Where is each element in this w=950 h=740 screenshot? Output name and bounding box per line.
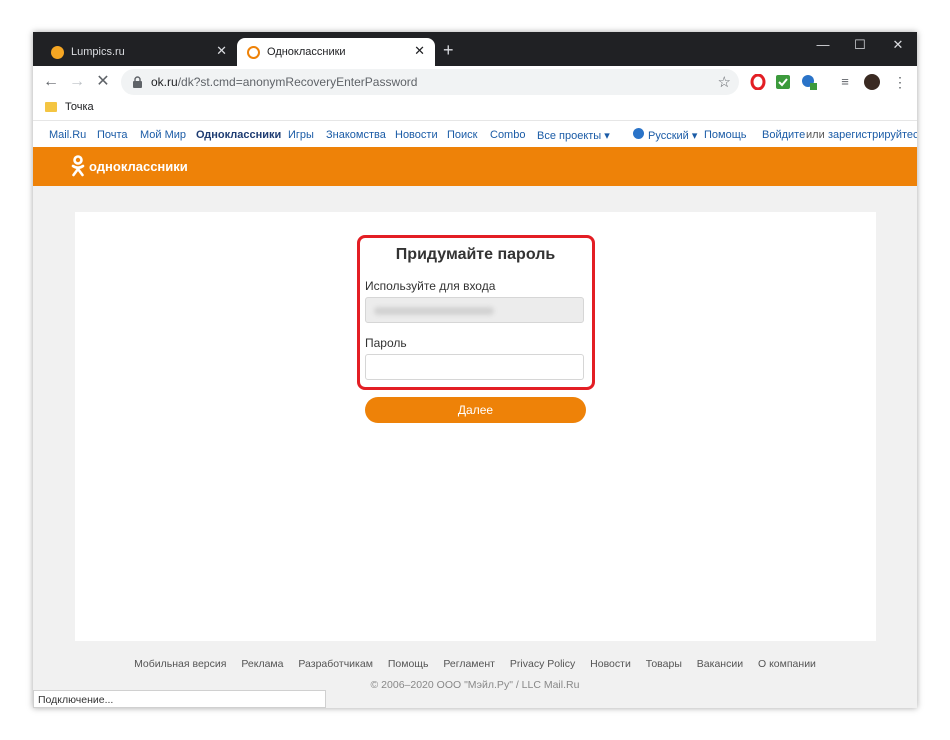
checkmark-extension-icon[interactable] xyxy=(775,74,791,90)
register-link[interactable]: зарегистрируйтесь xyxy=(828,129,917,141)
new-tab-button[interactable]: + xyxy=(443,41,454,59)
footer-link-ads[interactable]: Реклама xyxy=(241,658,283,670)
nav-link-pochta[interactable]: Почта xyxy=(97,129,128,141)
tab-title: Одноклассники xyxy=(267,46,346,58)
back-arrow-icon[interactable]: ← xyxy=(40,71,62,93)
nav-link-all-projects[interactable]: Все проекты ▾ xyxy=(537,129,610,142)
next-button[interactable]: Далее xyxy=(365,397,586,423)
nav-link-znakomstva[interactable]: Знакомства xyxy=(326,129,386,141)
footer-link-help[interactable]: Помощь xyxy=(388,658,429,670)
address-bar[interactable]: ok.ru/dk?st.cmd=anonymRecoveryEnterPassw… xyxy=(121,69,739,95)
stop-loading-icon[interactable]: ✕ xyxy=(92,71,114,93)
ok-favicon-icon xyxy=(247,46,260,59)
tab-close-icon[interactable]: ✕ xyxy=(216,44,227,58)
profile-avatar[interactable] xyxy=(864,74,880,90)
nav-link-igry[interactable]: Игры xyxy=(288,129,314,141)
footer-link-rules[interactable]: Регламент xyxy=(443,658,495,670)
footer-link-goods[interactable]: Товары xyxy=(646,658,682,670)
globe-icon xyxy=(633,128,644,139)
or-text: или xyxy=(806,129,825,141)
bookmarks-bar: Точка xyxy=(33,98,917,121)
opera-vpn-icon[interactable] xyxy=(750,74,766,90)
menu-dots-icon[interactable]: ⋮ xyxy=(889,71,911,93)
url-text: ok.ru/dk?st.cmd=anonymRecoveryEnterPassw… xyxy=(151,75,418,89)
content-card: Придумайте пароль Используйте для входа … xyxy=(75,212,876,641)
forward-arrow-icon[interactable]: → xyxy=(66,71,88,93)
login-link[interactable]: Войдите xyxy=(762,129,805,141)
footer-link-mobile[interactable]: Мобильная версия xyxy=(134,658,226,670)
nav-link-poisk[interactable]: Поиск xyxy=(447,129,477,141)
lock-icon xyxy=(133,76,142,88)
tab-lumpics[interactable]: Lumpics.ru ✕ xyxy=(41,38,237,66)
status-bar: Подключение... xyxy=(33,690,326,708)
ok-logo-icon[interactable] xyxy=(71,155,85,177)
nav-link-combo[interactable]: Combo xyxy=(490,129,525,141)
footer-links: Мобильная версия Реклама Разработчикам П… xyxy=(33,658,917,670)
bookmark-tochka[interactable]: Точка xyxy=(65,101,94,113)
footer-link-developers[interactable]: Разработчикам xyxy=(298,658,373,670)
nav-link-novosti[interactable]: Новости xyxy=(395,129,438,141)
translate-extension-icon[interactable] xyxy=(801,74,817,90)
folder-icon xyxy=(45,102,57,112)
tab-odnoklassniki[interactable]: Одноклассники ✕ xyxy=(237,38,435,66)
footer-link-about[interactable]: О компании xyxy=(758,658,816,670)
title-bar: Lumpics.ru ✕ Одноклассники ✕ + — ☐ ✕ xyxy=(33,32,917,66)
highlight-frame xyxy=(357,235,595,390)
maximize-button[interactable]: ☐ xyxy=(845,37,875,53)
site-name[interactable]: одноклассники xyxy=(89,159,188,174)
browser-window: Lumpics.ru ✕ Одноклассники ✕ + — ☐ ✕ ← →… xyxy=(33,32,917,708)
tab-close-icon[interactable]: ✕ xyxy=(414,44,425,58)
close-window-button[interactable]: ✕ xyxy=(883,37,913,53)
nav-link-help[interactable]: Помощь xyxy=(704,129,747,141)
minimize-button[interactable]: — xyxy=(808,37,838,52)
footer-link-jobs[interactable]: Вакансии xyxy=(697,658,743,670)
nav-link-moy-mir[interactable]: Мой Мир xyxy=(140,129,186,141)
media-control-icon[interactable]: ≡ xyxy=(834,71,856,93)
bookmark-star-icon[interactable]: ☆ xyxy=(718,73,731,91)
footer-link-privacy[interactable]: Privacy Policy xyxy=(510,658,575,670)
portal-nav: Mail.Ru Почта Мой Мир Одноклассники Игры… xyxy=(33,121,917,147)
site-header: одноклассники xyxy=(33,147,917,186)
lumpics-favicon-icon xyxy=(51,46,64,59)
footer-link-news[interactable]: Новости xyxy=(590,658,631,670)
nav-link-mailru[interactable]: Mail.Ru xyxy=(49,129,86,141)
nav-link-odnoklassniki[interactable]: Одноклассники xyxy=(196,129,281,141)
browser-toolbar: ← → ✕ ok.ru/dk?st.cmd=anonymRecoveryEnte… xyxy=(33,66,917,98)
language-select[interactable]: Русский ▾ xyxy=(648,129,697,142)
tab-title: Lumpics.ru xyxy=(71,46,125,58)
